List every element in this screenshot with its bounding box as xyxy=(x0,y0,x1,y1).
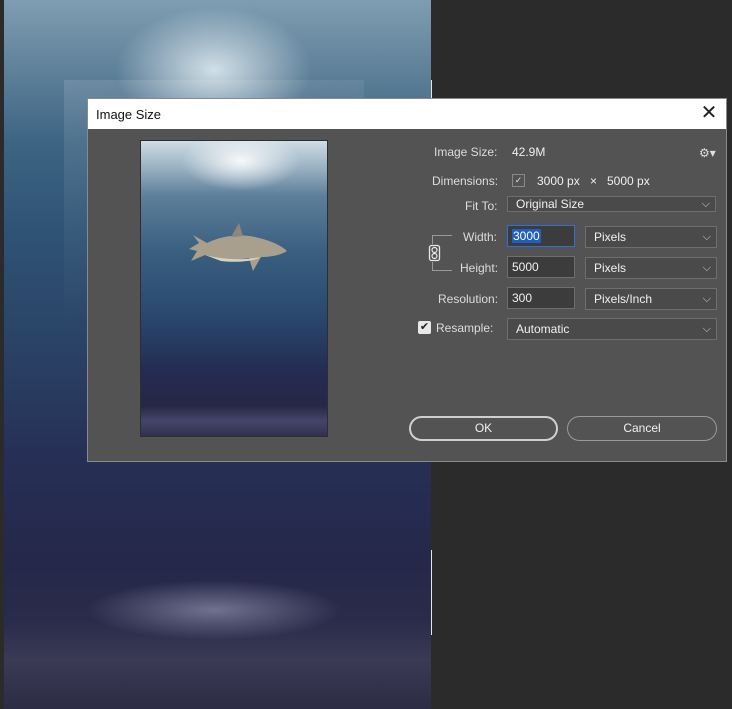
height-unit-dropdown[interactable]: Pixels ⌵ xyxy=(585,257,717,279)
cancel-button[interactable]: Cancel xyxy=(567,416,717,441)
chevron-down-icon: ⌵ xyxy=(702,262,711,274)
ok-button[interactable]: OK xyxy=(409,416,558,441)
resample-value: Automatic xyxy=(516,322,570,336)
chevron-down-icon: ⌵ xyxy=(701,198,710,210)
width-value: 3000 xyxy=(512,229,541,243)
chevron-down-icon: ⌵ xyxy=(702,323,711,335)
fit-to-value: Original Size xyxy=(516,197,585,211)
canvas-edge-marker xyxy=(431,550,432,635)
dialog-title: Image Size xyxy=(96,107,162,122)
image-size-dialog: Image Size ✕ ⚙▾ Image Size: 42.9M Dimens… xyxy=(87,98,727,462)
height-input[interactable]: 5000 xyxy=(507,256,575,278)
width-unit-dropdown[interactable]: Pixels ⌵ xyxy=(585,226,717,248)
seafloor-light xyxy=(4,560,431,709)
width-input[interactable]: 3000 xyxy=(507,225,575,247)
dialog-titlebar: Image Size ✕ xyxy=(88,99,726,129)
resolution-unit-dropdown[interactable]: Pixels/Inch ⌵ xyxy=(585,288,717,310)
canvas-edge-marker xyxy=(431,80,432,100)
shark-illustration xyxy=(189,223,287,271)
dimensions-height: 5000 px xyxy=(607,174,650,188)
gear-icon[interactable]: ⚙▾ xyxy=(699,146,716,160)
width-label: Width: xyxy=(463,230,498,244)
resample-label: Resample: xyxy=(436,321,494,335)
resolution-label: Resolution: xyxy=(438,292,499,306)
fit-to-label: Fit To: xyxy=(465,199,498,213)
height-value: 5000 xyxy=(512,260,539,274)
link-icon[interactable] xyxy=(428,244,441,262)
fit-to-dropdown[interactable]: Original Size ⌵ xyxy=(507,196,716,212)
resample-dropdown[interactable]: Automatic ⌵ xyxy=(507,318,717,340)
resolution-input[interactable]: 300 xyxy=(507,287,575,309)
chevron-down-icon: ⌵ xyxy=(702,293,711,305)
width-unit: Pixels xyxy=(594,230,627,244)
close-icon[interactable]: ✕ xyxy=(698,103,720,125)
dimensions-label: Dimensions: xyxy=(432,174,499,188)
resolution-unit: Pixels/Inch xyxy=(594,292,653,306)
height-label: Height: xyxy=(460,261,499,275)
resolution-value: 300 xyxy=(512,291,533,305)
dimensions-times: × xyxy=(590,174,598,188)
chevron-down-icon[interactable]: ✓ xyxy=(512,174,525,187)
image-size-value: 42.9M xyxy=(512,145,546,159)
image-preview[interactable] xyxy=(140,140,328,437)
chevron-down-icon: ⌵ xyxy=(702,231,711,243)
resample-checkbox[interactable]: ✔ xyxy=(418,321,431,334)
preview-sunlight xyxy=(181,141,301,191)
dimensions-width: 3000 px xyxy=(537,174,580,188)
image-size-label: Image Size: xyxy=(434,145,498,159)
height-unit: Pixels xyxy=(594,261,627,275)
